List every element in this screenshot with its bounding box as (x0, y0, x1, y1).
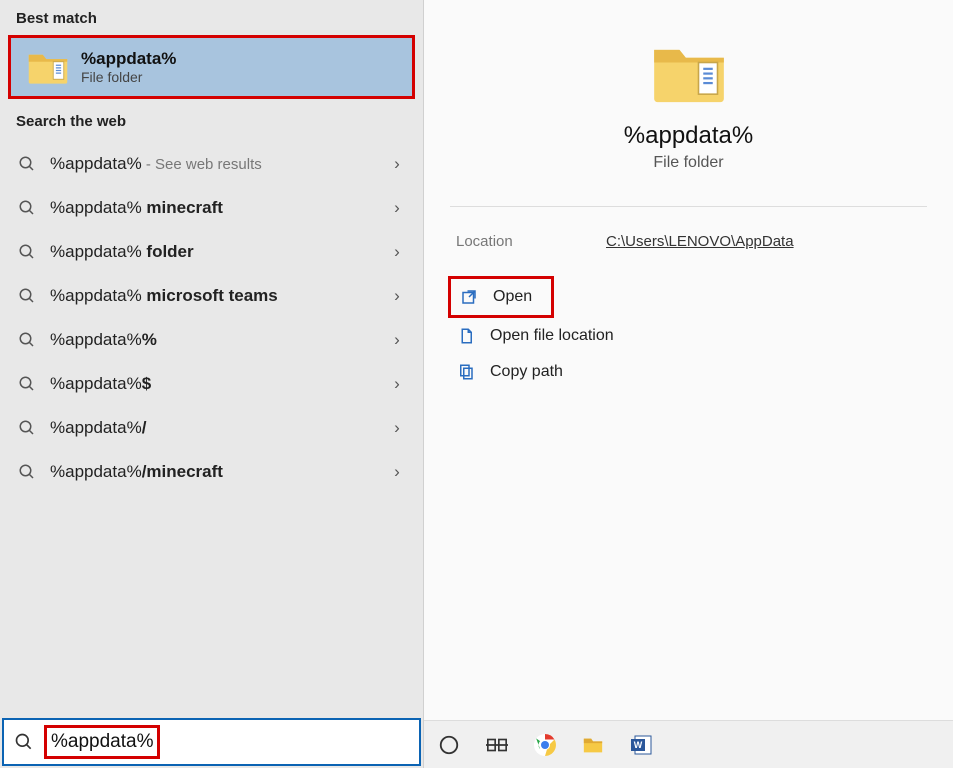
copy-icon (456, 362, 476, 382)
chevron-right-icon: › (389, 418, 405, 438)
svg-text:W: W (634, 740, 643, 750)
copy-path-action[interactable]: Copy path (448, 354, 929, 390)
search-icon (18, 463, 36, 481)
folder-icon (27, 48, 69, 86)
file-explorer-icon[interactable] (580, 732, 606, 758)
web-result[interactable]: %appdata%/ › (0, 406, 423, 450)
best-match-title: %appdata% (81, 49, 176, 69)
details-panel: %appdata% File folder Location C:\Users\… (424, 0, 953, 768)
chevron-right-icon: › (389, 462, 405, 482)
folder-icon (651, 38, 727, 106)
open-file-location-action[interactable]: Open file location (448, 318, 929, 354)
web-result[interactable]: %appdata% microsoft teams › (0, 274, 423, 318)
chevron-right-icon: › (389, 198, 405, 218)
open-label: Open (493, 288, 532, 306)
web-result[interactable]: %appdata% - See web results › (0, 142, 423, 186)
search-icon (18, 375, 36, 393)
details-subtitle: File folder (653, 154, 723, 172)
search-icon (18, 419, 36, 437)
best-match-subtitle: File folder (81, 69, 176, 85)
best-match-result[interactable]: %appdata% File folder (8, 35, 415, 99)
word-icon[interactable]: W (628, 732, 654, 758)
search-input-value[interactable]: %appdata% (44, 725, 160, 759)
chevron-right-icon: › (389, 286, 405, 306)
web-result[interactable]: %appdata%% › (0, 318, 423, 362)
open-action[interactable]: Open (448, 276, 554, 318)
chevron-right-icon: › (389, 374, 405, 394)
location-path[interactable]: C:\Users\LENOVO\AppData (606, 233, 794, 250)
taskbar: W (424, 720, 953, 768)
web-results-list: %appdata% - See web results › %appdata% … (0, 138, 423, 498)
chevron-right-icon: › (389, 330, 405, 350)
chrome-icon[interactable] (532, 732, 558, 758)
search-icon (18, 155, 36, 173)
chevron-right-icon: › (389, 242, 405, 262)
chevron-right-icon: › (389, 154, 405, 174)
cortana-icon[interactable] (436, 732, 462, 758)
search-icon (14, 732, 34, 752)
file-location-icon (456, 326, 476, 346)
location-label: Location (456, 233, 606, 250)
search-icon (18, 331, 36, 349)
copy-path-label: Copy path (490, 363, 563, 381)
search-results-panel: Best match %appdata% File folder Search … (0, 0, 424, 768)
search-icon (18, 243, 36, 261)
search-icon (18, 199, 36, 217)
web-result[interactable]: %appdata% folder › (0, 230, 423, 274)
web-result[interactable]: %appdata% minecraft › (0, 186, 423, 230)
open-icon (459, 287, 479, 307)
details-title: %appdata% (624, 122, 753, 150)
open-file-location-label: Open file location (490, 327, 614, 345)
task-view-icon[interactable] (484, 732, 510, 758)
search-web-header: Search the web (0, 103, 423, 138)
search-icon (18, 287, 36, 305)
best-match-header: Best match (0, 0, 423, 35)
web-result[interactable]: %appdata%$ › (0, 362, 423, 406)
search-input-bar[interactable]: %appdata% (2, 718, 421, 766)
web-result[interactable]: %appdata%/minecraft › (0, 450, 423, 494)
